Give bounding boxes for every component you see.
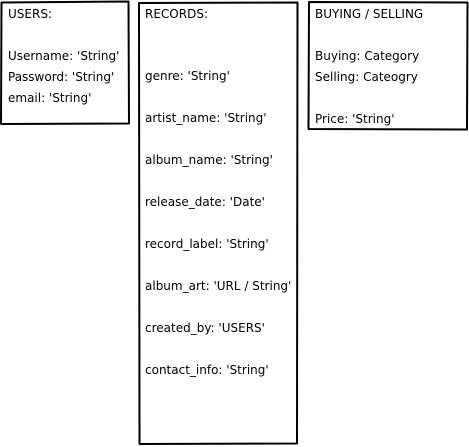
buying-selling-box: BUYING / SELLING Buying: Category Sellin… xyxy=(307,1,469,131)
users-field-email: email: 'String' xyxy=(8,91,91,105)
records-field-artist-name: artist_name: 'String' xyxy=(145,111,267,125)
users-title: USERS: xyxy=(8,7,52,21)
records-field-record-label: record_label: 'String' xyxy=(145,237,269,251)
users-field-password: Password: 'String' xyxy=(8,70,114,84)
users-box: USERS: Username: 'String' Password: 'Str… xyxy=(0,0,130,125)
records-field-album-name: album_name: 'String' xyxy=(145,153,273,167)
records-field-contact-info: contact_info: 'String' xyxy=(145,363,269,377)
buying-field: Buying: Category xyxy=(315,49,419,63)
records-field-album-art: album_art: 'URL / String' xyxy=(145,279,291,293)
buying-selling-box-border xyxy=(307,1,469,131)
schema-diagram: USERS: Username: 'String' Password: 'Str… xyxy=(0,0,469,445)
records-field-genre: genre: 'String' xyxy=(145,69,230,83)
records-field-created-by: created_by: 'USERS' xyxy=(145,321,265,335)
records-title: RECORDS: xyxy=(145,7,208,21)
buying-selling-title: BUYING / SELLING xyxy=(315,7,423,21)
records-field-release-date: release_date: 'Date' xyxy=(145,195,265,209)
users-field-username: Username: 'String' xyxy=(8,49,119,63)
selling-field: Selling: Cateogry xyxy=(315,70,418,84)
price-field: Price: 'String' xyxy=(315,112,395,126)
records-box: RECORDS: genre: 'String' artist_name: 'S… xyxy=(138,1,299,445)
